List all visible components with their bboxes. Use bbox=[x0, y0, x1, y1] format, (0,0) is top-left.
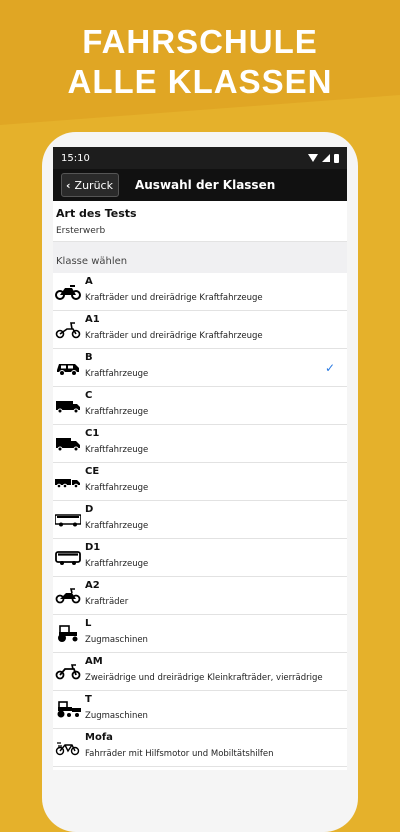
class-description: Zweirädrige und dreirädrige Kleinkrafträ… bbox=[85, 673, 323, 683]
test-type-value: Ersterwerb bbox=[56, 226, 106, 236]
status-time: 15:10 bbox=[61, 152, 90, 164]
class-code: D bbox=[85, 504, 94, 515]
status-bar: 15:10 bbox=[53, 147, 347, 169]
status-icons bbox=[308, 153, 339, 163]
back-button[interactable]: ‹ Zurück bbox=[61, 173, 119, 197]
navigation-bar: ‹ Zurück Auswahl der Klassen bbox=[53, 169, 347, 201]
class-row-c1[interactable]: C1 Kraftfahrzeuge bbox=[53, 425, 347, 463]
truck-icon bbox=[56, 401, 80, 414]
class-description: Zugmaschinen bbox=[85, 635, 148, 645]
class-row-a2[interactable]: A2 Krafträder bbox=[53, 577, 347, 615]
checkmark-icon: ✓ bbox=[324, 361, 335, 375]
class-description: Krafträder und dreirädrige Kraftfahrzeug… bbox=[85, 293, 263, 303]
tractor-trailer-icon bbox=[57, 701, 81, 718]
moped-icon bbox=[55, 588, 81, 604]
class-code: AM bbox=[85, 656, 103, 667]
class-row-am[interactable]: AM Zweirädrige und dreirädrige Kleinkraf… bbox=[53, 653, 347, 691]
class-code: T bbox=[85, 694, 92, 705]
class-description: Krafträder bbox=[85, 597, 129, 607]
signal-icon bbox=[322, 154, 330, 162]
test-type-row[interactable]: Art des Tests Ersterwerb bbox=[53, 201, 347, 242]
class-row-d[interactable]: D Kraftfahrzeuge bbox=[53, 501, 347, 539]
class-code: B bbox=[85, 352, 93, 363]
back-button-label: Zurück bbox=[74, 178, 113, 192]
small-truck-icon bbox=[56, 438, 80, 452]
class-code: A bbox=[85, 276, 93, 287]
class-description: Kraftfahrzeuge bbox=[85, 407, 149, 417]
class-code: A1 bbox=[85, 314, 100, 325]
class-code: A2 bbox=[85, 580, 100, 591]
class-row-t[interactable]: T Zugmaschinen bbox=[53, 691, 347, 729]
tractor-icon bbox=[58, 625, 78, 642]
headline-line-1: FAHRSCHULE bbox=[82, 23, 318, 60]
class-description: Krafträder und dreirädrige Kraftfahrzeug… bbox=[85, 331, 263, 341]
class-row-a1[interactable]: A1 Krafträder und dreirädrige Kraftfahrz… bbox=[53, 311, 347, 349]
app-screen: 15:10 ‹ Zurück Auswahl der Klassen Art d… bbox=[53, 147, 347, 770]
class-section-header: Klasse wählen bbox=[53, 242, 347, 273]
headline-line-2: ALLE KLASSEN bbox=[67, 63, 333, 100]
small-motorbike-icon bbox=[55, 664, 81, 680]
class-description: Kraftfahrzeuge bbox=[85, 521, 149, 531]
motorcycle-icon bbox=[55, 285, 81, 300]
class-description: Fahrräder mit Hilfsmotor und Mobiltätshi… bbox=[85, 749, 274, 759]
class-code: CE bbox=[85, 466, 100, 477]
class-row-d1[interactable]: D1 Kraftfahrzeuge bbox=[53, 539, 347, 577]
class-row-a[interactable]: A Krafträder und dreirädrige Kraftfahrze… bbox=[53, 273, 347, 311]
car-icon bbox=[57, 364, 79, 376]
class-code: Mofa bbox=[85, 732, 113, 743]
class-description: Kraftfahrzeuge bbox=[85, 369, 149, 379]
class-description: Zugmaschinen bbox=[85, 711, 148, 721]
class-row-l[interactable]: L Zugmaschinen bbox=[53, 615, 347, 653]
scooter-icon bbox=[55, 322, 81, 339]
class-description: Kraftfahrzeuge bbox=[85, 445, 149, 455]
class-code: D1 bbox=[85, 542, 101, 553]
chevron-left-icon: ‹ bbox=[66, 178, 71, 192]
page-title: Auswahl der Klassen bbox=[134, 178, 276, 192]
wifi-icon bbox=[308, 154, 318, 162]
class-row-c[interactable]: C Kraftfahrzeuge bbox=[53, 387, 347, 425]
test-type-label: Art des Tests bbox=[56, 207, 137, 220]
class-row-mofa[interactable]: Mofa Fahrräder mit Hilfsmotor und Mobilt… bbox=[53, 729, 347, 767]
class-list: A Krafträder und dreirädrige Kraftfahrze… bbox=[53, 273, 347, 767]
mofa-icon bbox=[55, 742, 80, 756]
class-code: C1 bbox=[85, 428, 100, 439]
truck-trailer-icon bbox=[55, 479, 80, 489]
class-code: C bbox=[85, 390, 93, 401]
promo-headline: FAHRSCHULE ALLE KLASSEN bbox=[0, 22, 400, 102]
battery-icon bbox=[334, 153, 339, 163]
class-row-b[interactable]: B Kraftfahrzeuge ✓ bbox=[53, 349, 347, 387]
class-code: L bbox=[85, 618, 92, 629]
bus-icon bbox=[55, 514, 81, 527]
minibus-icon bbox=[55, 551, 81, 565]
class-row-ce[interactable]: CE Kraftfahrzeuge bbox=[53, 463, 347, 501]
class-description: Kraftfahrzeuge bbox=[85, 559, 149, 569]
class-description: Kraftfahrzeuge bbox=[85, 483, 149, 493]
